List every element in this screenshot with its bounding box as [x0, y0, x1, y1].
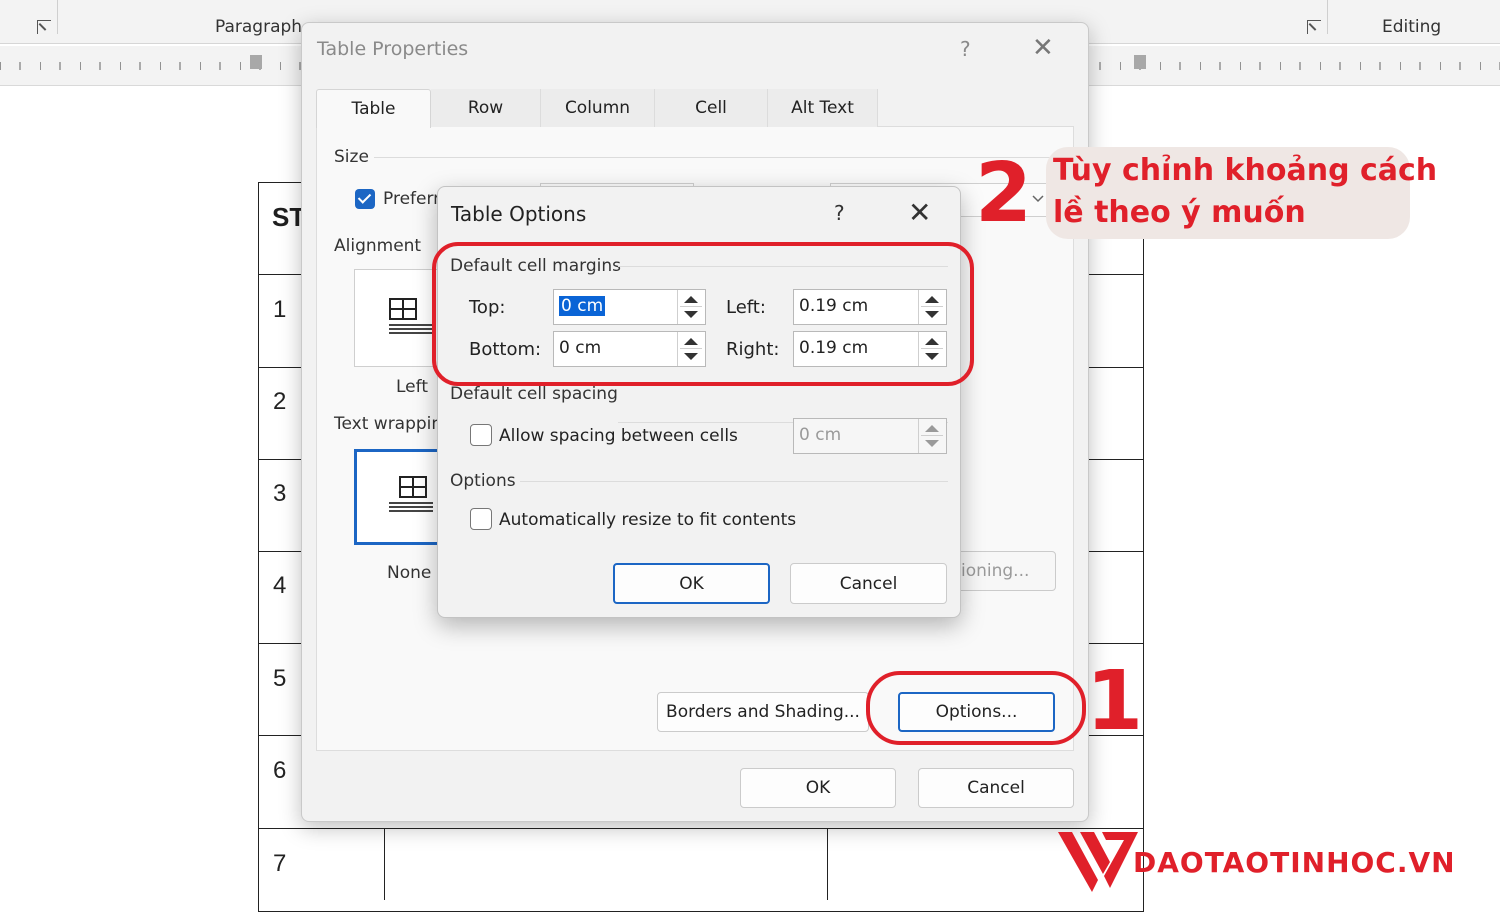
tab-label: Cell	[695, 98, 727, 118]
table-grid-icon	[399, 476, 427, 498]
alignment-group-label: Alignment	[334, 236, 422, 256]
alignment-left-option[interactable]	[354, 269, 444, 367]
button-label: Cancel	[967, 778, 1025, 798]
allow-spacing-label: Allow spacing between cells	[499, 426, 738, 446]
row-number: 3	[273, 480, 287, 507]
help-icon[interactable]: ?	[960, 37, 971, 61]
options-group-label: Options	[450, 471, 516, 491]
alignment-left-label: Left	[396, 377, 428, 397]
group-divider	[374, 157, 1064, 158]
spacing-group-label: Default cell spacing	[450, 384, 618, 404]
table-column-border	[384, 828, 385, 900]
auto-resize-label: Automatically resize to fit contents	[499, 510, 797, 530]
callout-line-2: lề theo ý muốn	[1053, 195, 1306, 230]
ribbon-group-paragraph: Paragraph	[215, 17, 303, 37]
ok-button[interactable]: OK	[740, 768, 896, 808]
borders-and-shading-button[interactable]: Borders and Shading...	[657, 692, 869, 732]
spin-divider	[921, 435, 943, 436]
callout-line-1: Tùy chỉnh khoảng cách	[1053, 153, 1438, 188]
text-wrapping-group-label: Text wrappin	[334, 414, 443, 434]
preferred-width-checkbox[interactable]	[355, 189, 375, 209]
tab-label: Column	[564, 98, 631, 118]
wrapping-none-option[interactable]	[354, 449, 446, 545]
spin-buttons	[918, 419, 946, 453]
ribbon-separator	[57, 0, 58, 34]
help-icon[interactable]: ?	[834, 201, 845, 225]
row-number: 4	[273, 572, 287, 599]
options-highlight-ring	[866, 671, 1086, 745]
spin-up-icon	[925, 425, 939, 432]
positioning-button[interactable]: ioning...	[952, 551, 1056, 591]
cancel-button[interactable]: Cancel	[918, 768, 1074, 808]
font-dialog-launcher-icon[interactable]	[37, 20, 51, 34]
button-label: Borders and Shading...	[666, 702, 860, 722]
row-number: 6	[273, 757, 287, 784]
step-1-number: 1	[1086, 654, 1144, 749]
ribbon-separator	[1327, 0, 1328, 34]
ribbon-group-editing: Editing	[1382, 17, 1442, 37]
ruler-indent-marker[interactable]	[250, 55, 262, 69]
auto-resize-checkbox[interactable]	[470, 508, 492, 530]
tab-cell[interactable]: Cell	[655, 89, 768, 127]
button-label: Cancel	[839, 573, 898, 594]
button-label: ioning...	[961, 561, 1030, 581]
brand-watermark: DAOTAOTINHOC.VN	[1133, 846, 1456, 879]
preferred-width-label: Preferr	[383, 189, 441, 209]
close-icon[interactable]: ✕	[908, 196, 931, 229]
text-lines-icon	[389, 502, 433, 514]
wrapping-none-label: None	[387, 563, 432, 583]
chevron-down-icon	[1032, 195, 1044, 203]
size-group-label: Size	[334, 147, 369, 167]
dialog-title: Table Options	[451, 202, 587, 226]
table-column-border	[827, 828, 828, 900]
row-number: 7	[273, 850, 287, 877]
button-label: OK	[805, 778, 831, 798]
tab-alt-text[interactable]: Alt Text	[768, 89, 878, 127]
tab-label: Alt Text	[791, 98, 854, 118]
row-number: 1	[273, 296, 287, 323]
brand-logo-icon	[1058, 832, 1138, 892]
tab-label: Table	[351, 99, 396, 119]
tab-label: Row	[467, 98, 504, 118]
spin-down-icon	[925, 440, 939, 447]
step-2-number: 2	[975, 146, 1033, 241]
allow-spacing-checkbox[interactable]	[470, 424, 492, 446]
table-grid-icon	[389, 298, 417, 320]
text-lines-icon	[389, 324, 433, 336]
dialog-title: Table Properties	[317, 38, 469, 60]
row-number: 2	[273, 388, 287, 415]
group-divider	[520, 481, 948, 482]
cancel-button[interactable]: Cancel	[790, 563, 947, 604]
button-label: OK	[679, 573, 704, 594]
margins-highlight-ring	[432, 242, 974, 386]
styles-dialog-launcher-icon[interactable]	[1307, 20, 1321, 34]
row-number: 5	[273, 665, 287, 692]
close-icon[interactable]: ✕	[1032, 33, 1054, 63]
table-row-border	[258, 828, 1144, 829]
ok-button[interactable]: OK	[613, 563, 770, 604]
tab-table[interactable]: Table	[316, 89, 431, 128]
spin-value: 0 cm	[799, 425, 842, 445]
tab-column[interactable]: Column	[541, 89, 655, 127]
ruler-column-marker[interactable]	[1134, 55, 1146, 69]
tab-row[interactable]: Row	[431, 89, 541, 127]
cell-spacing-input: 0 cm	[793, 418, 947, 454]
